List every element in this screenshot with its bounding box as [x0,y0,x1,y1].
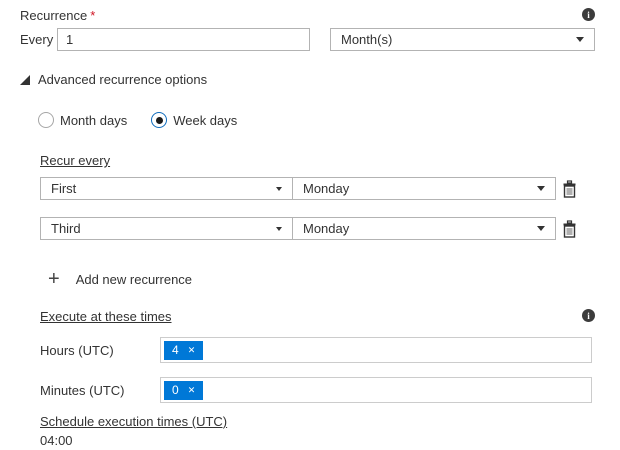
minutes-label: Minutes (UTC) [40,383,160,398]
advanced-options-toggle[interactable]: Advanced recurrence options [20,72,595,87]
collapse-triangle-icon [20,75,30,85]
day-select-2[interactable]: Monday [292,217,556,240]
hours-input[interactable]: 4 ✕ [160,337,592,363]
chevron-down-icon [276,227,282,231]
hour-tag-chip: 4 ✕ [164,341,203,360]
every-label: Every [20,32,57,47]
recurrence-form: Recurrence* i Every 1 Month(s) Advanced … [0,0,620,450]
chevron-down-icon [576,37,584,42]
hours-label: Hours (UTC) [40,343,160,358]
every-value: 1 [66,32,73,47]
ordinal-value-1: First [51,181,76,196]
every-row: Every 1 Month(s) [20,28,595,51]
schedule-execution-times-label: Schedule execution times (UTC) [40,414,227,429]
day-select-1[interactable]: Monday [292,177,556,200]
execute-info-icon[interactable]: i [582,309,595,322]
minute-tag-chip: 0 ✕ [164,381,203,400]
minute-tag-value: 0 [172,383,179,397]
chevron-down-icon [537,226,545,231]
delete-recurrence-button-1[interactable] [562,180,577,198]
recurrence-label: Recurrence [20,8,87,23]
radio-month-days-label[interactable]: Month days [60,113,127,128]
recurrence-row: First Monday [40,177,595,200]
minutes-row: Minutes (UTC) 0 ✕ [40,377,595,403]
trash-icon [562,180,577,198]
minutes-input[interactable]: 0 ✕ [160,377,592,403]
chevron-down-icon [276,187,282,191]
day-value-1: Monday [303,181,349,196]
recurrence-unit-select[interactable]: Month(s) [330,28,595,51]
add-new-recurrence-label: Add new recurrence [76,272,192,287]
every-value-input[interactable]: 1 [57,28,310,51]
ordinal-value-2: Third [51,221,81,236]
recur-every-label: Recur every [40,153,110,168]
ordinal-select-2[interactable]: Third [40,217,292,240]
recurrence-header-row: Recurrence* i [20,8,595,23]
hours-row: Hours (UTC) 4 ✕ [40,337,595,363]
chevron-down-icon [537,186,545,191]
remove-tag-icon[interactable]: ✕ [188,386,196,395]
day-value-2: Monday [303,221,349,236]
recurrence-info-icon[interactable]: i [582,8,595,21]
day-type-radio-group: Month days Week days [38,112,595,128]
recurrence-unit-value: Month(s) [341,32,392,47]
ordinal-select-1[interactable]: First [40,177,292,200]
execute-times-label: Execute at these times [40,309,172,324]
advanced-options-label: Advanced recurrence options [38,72,207,87]
add-new-recurrence-button[interactable]: + Add new recurrence [48,271,192,287]
schedule-execution-time-value: 04:00 [40,433,595,448]
hour-tag-value: 4 [172,343,179,357]
remove-tag-icon[interactable]: ✕ [188,346,196,355]
trash-icon [562,220,577,238]
radio-week-days[interactable] [151,112,167,128]
radio-selected-dot [156,117,163,124]
radio-week-days-label[interactable]: Week days [173,113,237,128]
radio-month-days[interactable] [38,112,54,128]
delete-recurrence-button-2[interactable] [562,220,577,238]
plus-icon: + [48,271,60,287]
recurrence-row: Third Monday [40,217,595,240]
required-marker: * [90,8,95,23]
recurrence-label-group: Recurrence* [20,8,95,23]
execute-header-row: Execute at these times i [20,309,595,324]
